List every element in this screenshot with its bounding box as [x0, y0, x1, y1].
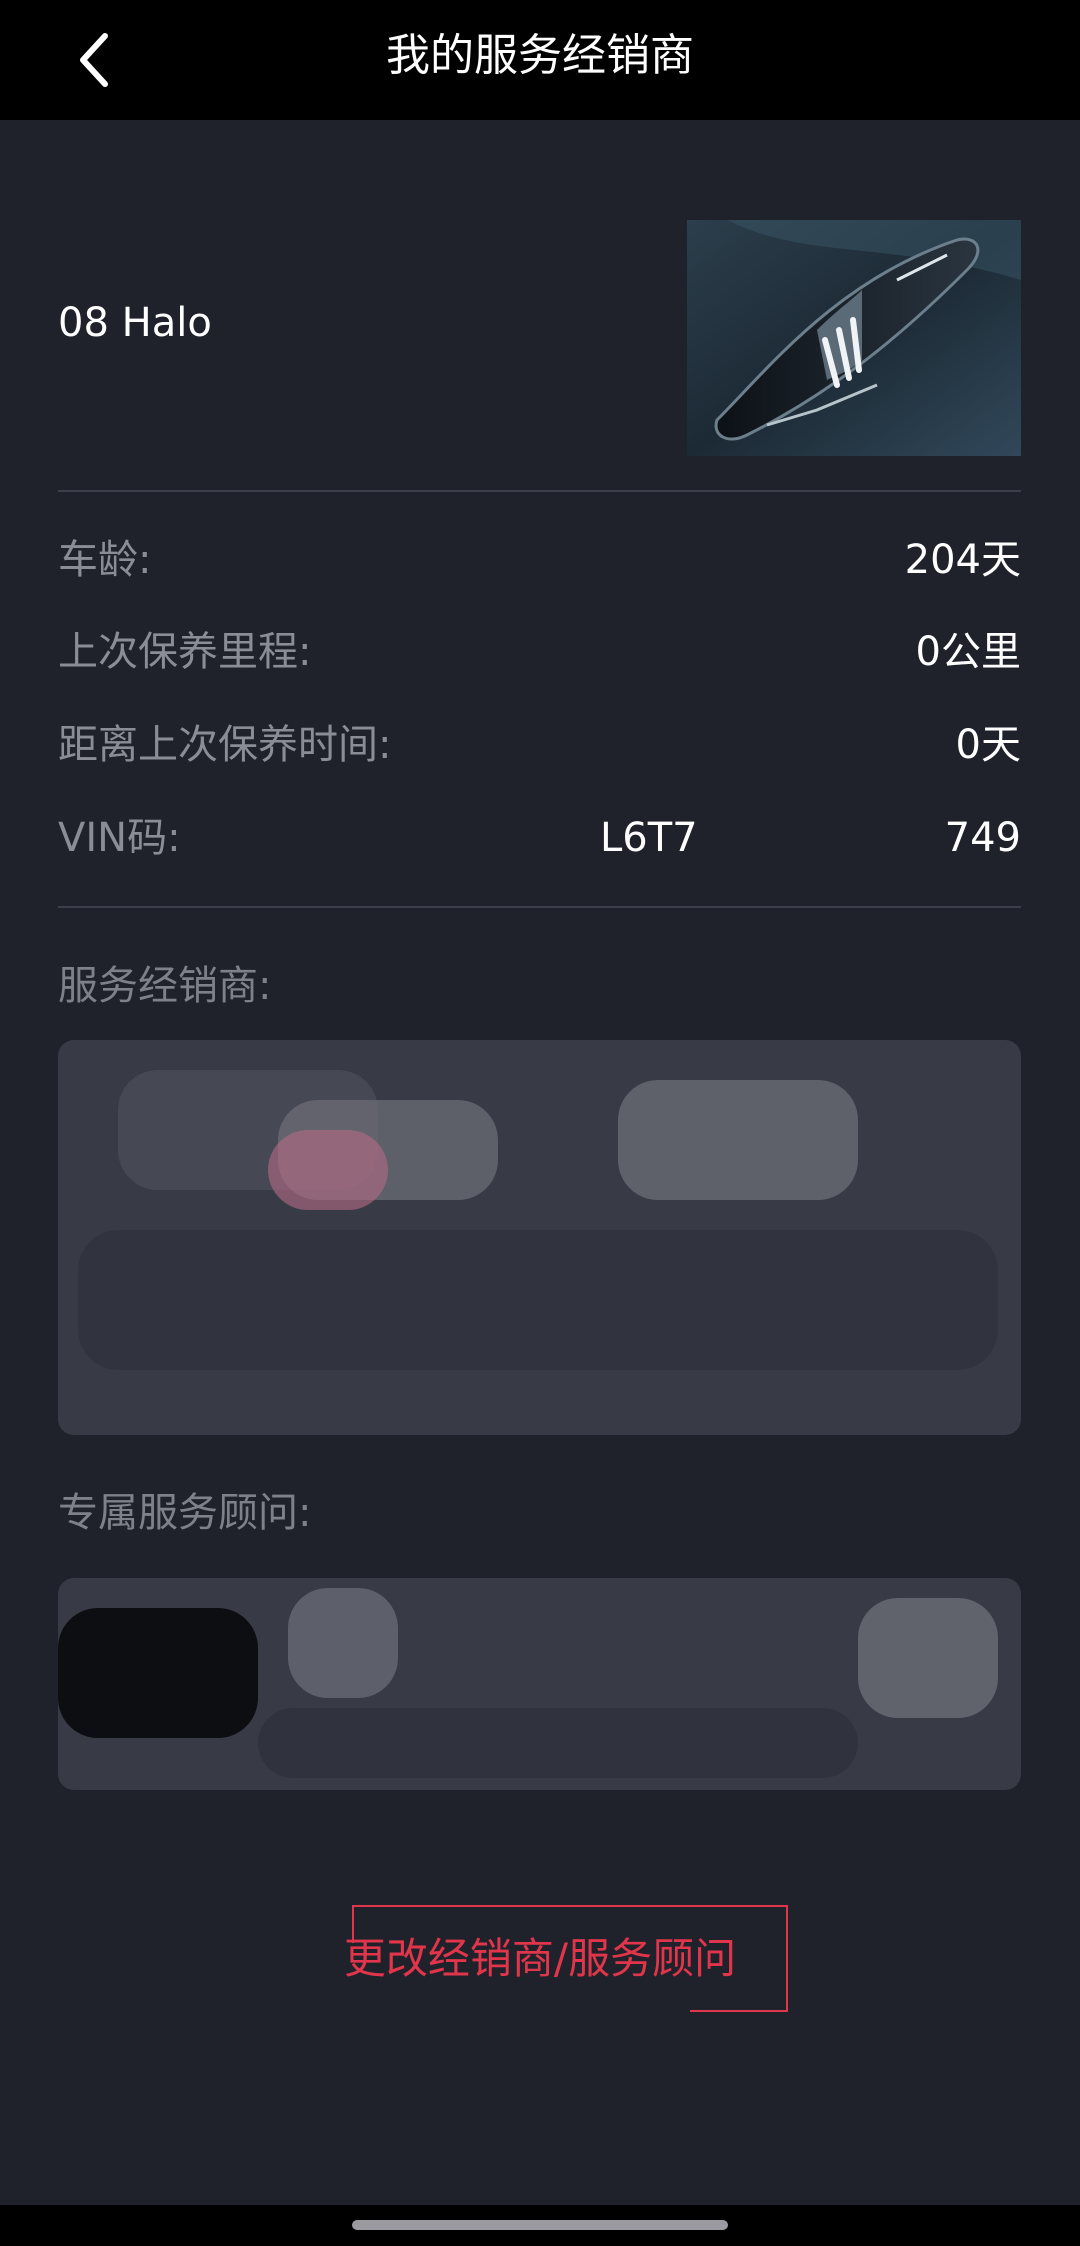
last-service-mileage-label: 上次保养里程:	[58, 629, 312, 675]
since-last-service-row: 距离上次保养时间: 0天	[58, 715, 1021, 775]
since-last-service-label: 距离上次保养时间:	[58, 722, 392, 768]
dealer-card[interactable]	[58, 1040, 1021, 1435]
redaction-smudge	[288, 1588, 398, 1698]
vin-prefix: L6T7	[600, 815, 698, 861]
button-border	[690, 2010, 788, 2012]
car-age-label: 车龄:	[58, 537, 152, 583]
headlight-image	[687, 220, 1021, 456]
vin-label: VIN码:	[58, 815, 181, 861]
button-border	[786, 1905, 788, 2012]
change-dealer-advisor-button[interactable]: 更改经销商/服务顾问	[300, 1900, 780, 2010]
divider	[58, 906, 1021, 908]
dealer-label: 服务经销商:	[58, 963, 272, 1009]
vin-suffix: 749	[944, 815, 1021, 861]
top-bar: 我的服务经销商	[0, 0, 1080, 120]
chevron-left-icon	[80, 33, 108, 87]
vehicle-image	[687, 220, 1021, 456]
car-age-value: 204天	[904, 537, 1021, 583]
car-age-row: 车龄: 204天	[58, 530, 1021, 590]
home-indicator[interactable]	[352, 2220, 728, 2230]
vehicle-name: 08 Halo	[58, 300, 212, 346]
since-last-service-value: 0天	[955, 722, 1021, 768]
advisor-label: 专属服务顾问:	[58, 1490, 312, 1536]
page-title: 我的服务经销商	[386, 30, 694, 81]
last-service-mileage-value: 0公里	[915, 629, 1021, 675]
redaction-smudge	[58, 1608, 258, 1738]
redaction-smudge	[268, 1130, 388, 1210]
advisor-card[interactable]	[58, 1578, 1021, 1790]
redaction-smudge	[858, 1598, 998, 1718]
redaction-smudge	[78, 1230, 998, 1370]
redaction-smudge	[258, 1708, 858, 1778]
last-service-mileage-row: 上次保养里程: 0公里	[58, 622, 1021, 682]
back-button[interactable]	[60, 20, 130, 100]
redaction-smudge	[618, 1080, 858, 1200]
vin-row: VIN码: L6T7 749	[58, 808, 1021, 868]
divider	[58, 490, 1021, 492]
